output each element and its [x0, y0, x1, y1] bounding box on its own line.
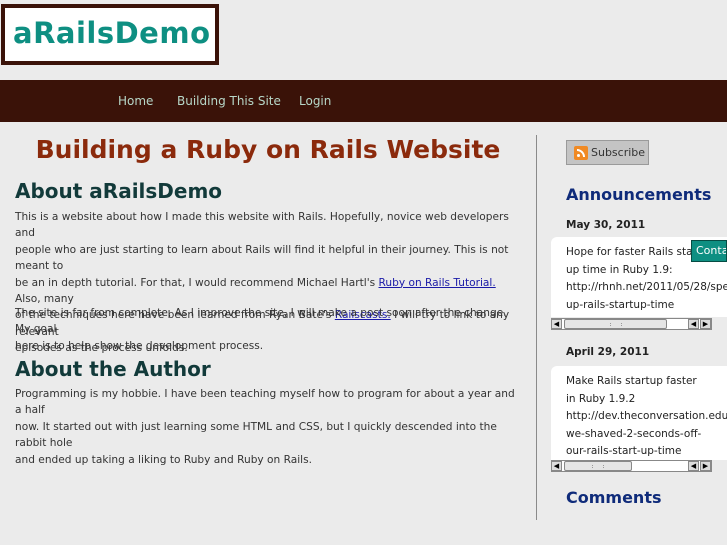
about-author-paragraph: Programming is my hobbie. I have been te…	[15, 386, 521, 468]
main-navbar: Home Building This Site Login	[0, 80, 727, 122]
arrow-left-icon[interactable]: ◀	[688, 319, 699, 329]
main-content: Building a Ruby on Rails Website About a…	[0, 122, 536, 545]
text-line: in Ruby 1.9.2	[566, 392, 636, 405]
text-line: The site is far from complete. As I impr…	[15, 307, 507, 336]
rails-tutorial-link[interactable]: Ruby on Rails Tutorial.	[379, 277, 496, 289]
announcement-text: Make Rails startup faster in Ruby 1.9.2 …	[566, 373, 727, 460]
horizontal-scrollbar[interactable]: ◀ ◀ ▶	[551, 460, 712, 472]
arrow-left-icon[interactable]: ◀	[551, 461, 562, 471]
text-segment: be an in depth tutorial. For that, I wou…	[15, 276, 379, 289]
site-logo[interactable]: aRailsDemo	[1, 4, 219, 65]
arrow-right-icon[interactable]: ▶	[700, 319, 711, 329]
progress-paragraph: The site is far from complete. As I impr…	[15, 305, 521, 354]
text-line: people who are just starting to learn ab…	[15, 243, 509, 273]
comments-heading: Comments	[566, 488, 662, 507]
scrollbar-thumb[interactable]	[564, 461, 632, 471]
announcements-heading: Announcements	[566, 185, 712, 204]
text-line: now. It started out with just learning s…	[15, 420, 497, 450]
sidebar: Subscribe Announcements May 30, 2011 Hop…	[537, 122, 727, 545]
text-line: be an in depth tutorial. For that, I wou…	[15, 275, 521, 308]
text-line: here is to help show the development pro…	[15, 339, 264, 352]
announcement-box[interactable]: Make Rails startup faster in Ruby 1.9.2 …	[551, 366, 727, 460]
text-line: This is a website about how I made this …	[15, 211, 509, 240]
grip-icon	[592, 465, 604, 468]
scrollbar-thumb[interactable]	[564, 319, 667, 329]
arrow-left-icon[interactable]: ◀	[551, 319, 562, 329]
text-line: and ended up taking a liking to Ruby and…	[15, 453, 313, 466]
subscribe-button[interactable]: Subscribe	[566, 140, 649, 165]
about-author-heading: About the Author	[15, 357, 211, 381]
subscribe-label: Subscribe	[591, 146, 646, 159]
nav-login-link[interactable]: Login	[299, 94, 331, 108]
text-line: http://dev.theconversation.edu	[566, 410, 727, 422]
text-line: up-rails-startup-time	[566, 298, 675, 311]
horizontal-scrollbar[interactable]: ◀ ◀ ▶	[551, 318, 712, 330]
logo-text: aRailsDemo	[13, 16, 211, 50]
page-title: Building a Ruby on Rails Website	[35, 135, 501, 164]
grip-icon	[609, 323, 622, 326]
about-demo-heading: About aRailsDemo	[15, 179, 223, 203]
text-segment: Also, many	[15, 293, 74, 306]
announcement-date: May 30, 2011	[566, 219, 646, 231]
nav-building-link[interactable]: Building This Site	[177, 94, 281, 108]
arrow-right-icon[interactable]: ▶	[700, 461, 711, 471]
contact-tab[interactable]: Contact	[691, 240, 727, 262]
announcement-date: April 29, 2011	[566, 346, 650, 358]
text-line: http://rhnh.net/2011/05/28/spe	[566, 281, 727, 293]
nav-home-link[interactable]: Home	[118, 94, 153, 108]
arrow-left-icon[interactable]: ◀	[688, 461, 699, 471]
text-line: up time in Ruby 1.9:	[566, 263, 673, 276]
text-line: Programming is my hobbie. I have been te…	[15, 388, 515, 417]
text-line: our-rails-start-up-time	[566, 445, 682, 457]
text-line: Make Rails startup faster	[566, 375, 697, 387]
text-line: we-shaved-2-seconds-off-	[566, 427, 702, 440]
rss-icon	[574, 145, 588, 160]
site-header: aRailsDemo	[0, 0, 727, 80]
